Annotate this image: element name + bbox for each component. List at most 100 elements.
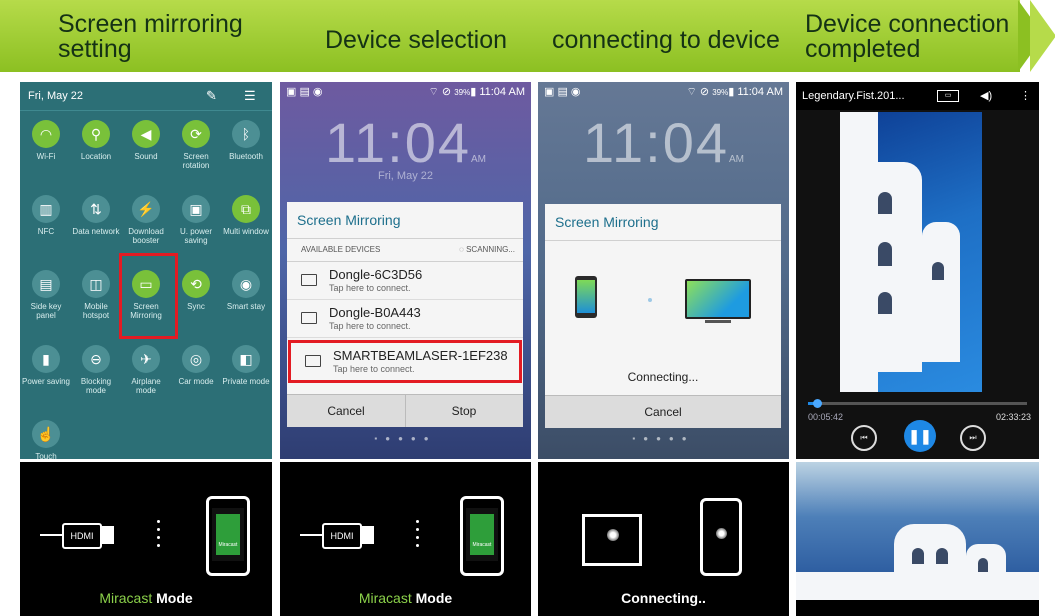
quick-setting-multi-window[interactable]: ⧉ Multi window: [221, 195, 271, 236]
quick-setting-label: Wi-Fi: [36, 152, 56, 161]
mirrored-video-illustration: [796, 462, 1039, 616]
tv-icon: [685, 279, 751, 319]
notification-icons: ▣ ▤ ◉: [544, 86, 581, 98]
list-icon[interactable]: ☰: [244, 82, 256, 110]
screen-mirroring-icon[interactable]: ▭: [937, 90, 959, 102]
rewind-icon[interactable]: ⏮: [851, 425, 877, 451]
quick-setting-data-network[interactable]: ⇅ Data network: [71, 195, 121, 236]
blocking-icon: ⊖: [82, 345, 110, 373]
quick-setting-label: Airplane mode: [131, 377, 161, 395]
step-2-title: Device selection: [325, 26, 508, 54]
quick-setting-label: Sound: [134, 152, 158, 161]
device-item[interactable]: Dongle-B0A443 Tap here to connect.: [287, 300, 523, 338]
stop-button[interactable]: Stop: [405, 395, 523, 427]
device-item-selected[interactable]: SMARTBEAMLASER-1EF238 Tap here to connect…: [288, 340, 522, 383]
fast-forward-icon[interactable]: ⏭: [960, 425, 986, 451]
quick-setting-blocking-mode[interactable]: ⊖ Blocking mode: [71, 345, 121, 395]
hdmi-dongle-icon: HDMI: [62, 523, 102, 549]
touch-icon: ☝: [32, 420, 60, 448]
sync-icon: ⟲: [182, 270, 210, 298]
quick-setting-label: Power saving: [21, 377, 71, 386]
quick-setting-label: Multi window: [223, 227, 269, 236]
sound-icon: ◀: [132, 120, 160, 148]
hdmi-dongle-icon: HDMI: [322, 523, 362, 549]
quick-setting-label: Smart stay: [226, 302, 266, 311]
more-options-icon[interactable]: ⋮: [1020, 82, 1031, 110]
status-time: 11:04 AM: [737, 86, 783, 98]
status-right: ⌔ ⊘ 39%▮ 11:04 AM: [428, 86, 525, 98]
wifi-status-icon: ⌔ ⊘: [686, 86, 713, 98]
quick-setting-touch[interactable]: ☝ Touch: [21, 420, 71, 459]
lock-date: Fri, May 22: [377, 170, 433, 182]
date-label: Fri, May 22: [28, 90, 84, 102]
quick-setting-label: Sync: [187, 302, 205, 311]
wifi-status-icon: ⌔ ⊘: [428, 86, 455, 98]
connecting-screen: ▣ ▤ ◉ ⌔ ⊘ 39%▮ 11:04 AM 11:04AM Screen M…: [538, 82, 789, 459]
pause-icon[interactable]: ❚❚: [904, 420, 936, 452]
quick-setting-u-power-saving[interactable]: ▣ U. power saving: [171, 195, 221, 245]
quick-setting-sync[interactable]: ⟲ Sync: [171, 270, 221, 311]
quick-setting-power-saving[interactable]: ▮ Power saving: [21, 345, 71, 386]
phone-icon: [575, 276, 597, 318]
nfc-icon: ▥: [32, 195, 60, 223]
quick-setting-car-mode[interactable]: ◎ Car mode: [171, 345, 221, 386]
quick-setting-download-booster[interactable]: ⚡ Download booster: [121, 195, 171, 245]
seek-bar[interactable]: [808, 399, 1027, 408]
quick-setting-label: Mobile hotspot: [82, 302, 110, 320]
device-name: SMARTBEAMLASER-1EF238: [333, 348, 508, 363]
screen-mirroring-highlight: [119, 253, 178, 339]
quick-setting-smart-stay[interactable]: ◉ Smart stay: [221, 270, 271, 311]
page-indicator: ▪●●●●: [374, 434, 437, 443]
cancel-button[interactable]: Cancel: [545, 396, 781, 428]
quick-setting-label: Location: [80, 152, 112, 161]
quick-setting-label: Touch: [35, 452, 57, 459]
quick-setting-location[interactable]: ⚲ Location: [71, 120, 121, 161]
connecting-illustration: Connecting..: [538, 462, 789, 616]
volume-icon[interactable]: ◀): [980, 82, 992, 110]
quick-setting-label: Bluetooth: [229, 152, 263, 161]
cancel-button[interactable]: Cancel: [287, 395, 406, 427]
device-item[interactable]: Dongle-6C3D56 Tap here to connect.: [287, 262, 523, 300]
screen-mirroring-dialog: Screen Mirroring AVAILABLE DEVICES ◌ SCA…: [287, 202, 523, 427]
quick-setting-airplane-mode[interactable]: ✈ Airplane mode: [121, 345, 171, 395]
hotspot-icon: ◫: [82, 270, 110, 298]
phone-icon: Miracast: [460, 496, 504, 576]
miracast-illustration-1: HDMI Miracast Miracast Mode: [20, 462, 272, 616]
device-hint: Tap here to connect.: [329, 283, 411, 293]
dialog-buttons: Cancel: [545, 395, 781, 428]
quick-setting-bluetooth[interactable]: ᛒ Bluetooth: [221, 120, 271, 161]
quick-setting-label: U. power saving: [179, 227, 212, 245]
total-time: 02:33:23: [995, 412, 1031, 422]
battery-icon: ▮: [32, 345, 60, 373]
video-frame: [840, 112, 982, 392]
quick-setting-label: NFC: [37, 227, 55, 236]
step-3-title: connecting to device: [552, 26, 780, 54]
quick-setting-nfc[interactable]: ▥ NFC: [21, 195, 71, 236]
step-1-title: Screen mirroring setting: [58, 10, 243, 63]
monitor-icon: [301, 312, 317, 324]
device-name: Dongle-6C3D56: [329, 267, 423, 282]
devices-header: AVAILABLE DEVICES ◌ SCANNING...: [287, 239, 523, 262]
data-icon: ⇅: [82, 195, 110, 223]
quick-setting-sound[interactable]: ◀ Sound: [121, 120, 171, 161]
device-hint: Tap here to connect.: [329, 321, 411, 331]
quick-setting-side-key-panel[interactable]: ▤ Side key panel: [21, 270, 71, 320]
quick-setting-screen-rotation[interactable]: ⟳ Screen rotation: [171, 120, 221, 170]
download-booster-icon: ⚡: [132, 195, 160, 223]
edit-icon[interactable]: ✎: [206, 82, 217, 110]
miracast-illustration-2: HDMI Miracast Miracast Mode: [280, 462, 531, 616]
quick-setting-label: Private mode: [222, 377, 270, 386]
quick-setting-mobile-hotspot[interactable]: ◫ Mobile hotspot: [71, 270, 121, 320]
video-title: Legendary.Fist.201...: [802, 90, 905, 102]
status-bar: ▣ ▤ ◉ ⌔ ⊘ 39%▮ 11:04 AM: [538, 82, 789, 102]
status-time: 11:04 AM: [479, 86, 525, 98]
quick-setting-wi-fi[interactable]: ◠ Wi-Fi: [21, 120, 71, 161]
quick-setting-label: Data network: [72, 227, 120, 236]
step-4-title: Device connection completed: [805, 10, 1010, 63]
monitor-icon: [301, 274, 317, 286]
quick-setting-private-mode[interactable]: ◧ Private mode: [221, 345, 271, 386]
device-selection-screen: ▣ ▤ ◉ ⌔ ⊘ 39%▮ 11:04 AM 11:04AM Fri, May…: [280, 82, 531, 459]
quick-setting-label: Side key panel: [30, 302, 62, 320]
power-saving-icon: ▣: [182, 195, 210, 223]
lock-clock: 11:04AM: [325, 111, 486, 174]
